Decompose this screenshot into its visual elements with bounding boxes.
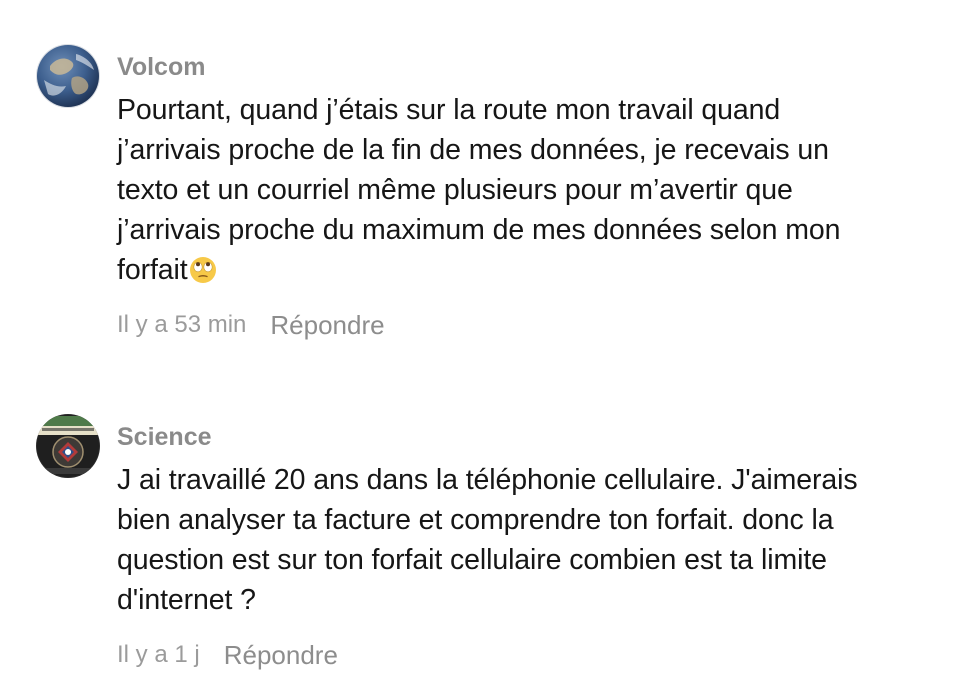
comment-text-line: j’arrivais proche de la fin de mes donné… bbox=[117, 134, 829, 166]
rolling-eyes-emoji-icon bbox=[189, 257, 216, 283]
comment-meta: Il y a 53 min Répondre bbox=[117, 308, 937, 342]
comment-text: J ai travaillé 20 ans dans la téléphonie… bbox=[117, 460, 937, 620]
comment-author[interactable]: Volcom bbox=[117, 52, 937, 82]
comment-author[interactable]: Science bbox=[117, 422, 937, 452]
avatar[interactable] bbox=[36, 414, 100, 478]
comment-text-line: j’arrivais proche du maximum de mes donn… bbox=[117, 214, 841, 246]
comment-timestamp: Il y a 53 min bbox=[117, 311, 247, 338]
comment-text-line: Pourtant, quand j’étais sur la route mon… bbox=[117, 94, 781, 126]
comment-text-fragment: forfait bbox=[117, 254, 188, 286]
avatar[interactable] bbox=[36, 44, 100, 108]
comment-list: Volcom Pourtant, quand j’étais sur la ro… bbox=[0, 0, 956, 684]
reply-button[interactable]: Répondre bbox=[224, 638, 338, 672]
reply-button[interactable]: Répondre bbox=[270, 308, 384, 342]
comment-meta: Il y a 1 j Répondre bbox=[117, 638, 937, 672]
comment-text-line: question est sur ton forfait cellulaire … bbox=[117, 544, 827, 576]
comment-text-line: bien analyser ta facture et comprendre t… bbox=[117, 504, 834, 536]
comment-text-line: J ai travaillé 20 ans dans la téléphonie… bbox=[117, 464, 858, 496]
comment-text-line-last: forfait bbox=[117, 250, 937, 290]
earth-globe-avatar-icon bbox=[36, 44, 100, 108]
comment-body: Science J ai travaillé 20 ans dans la té… bbox=[117, 422, 937, 672]
comment-text-line: d'internet ? bbox=[117, 584, 256, 616]
comment-text: Pourtant, quand j’étais sur la route mon… bbox=[117, 90, 937, 290]
comment-timestamp: Il y a 1 j bbox=[117, 641, 200, 668]
emblem-badge-avatar-icon bbox=[36, 414, 100, 478]
comment-body: Volcom Pourtant, quand j’étais sur la ro… bbox=[117, 52, 937, 342]
comment-text-line: texto et un courriel même plusieurs pour… bbox=[117, 174, 793, 206]
